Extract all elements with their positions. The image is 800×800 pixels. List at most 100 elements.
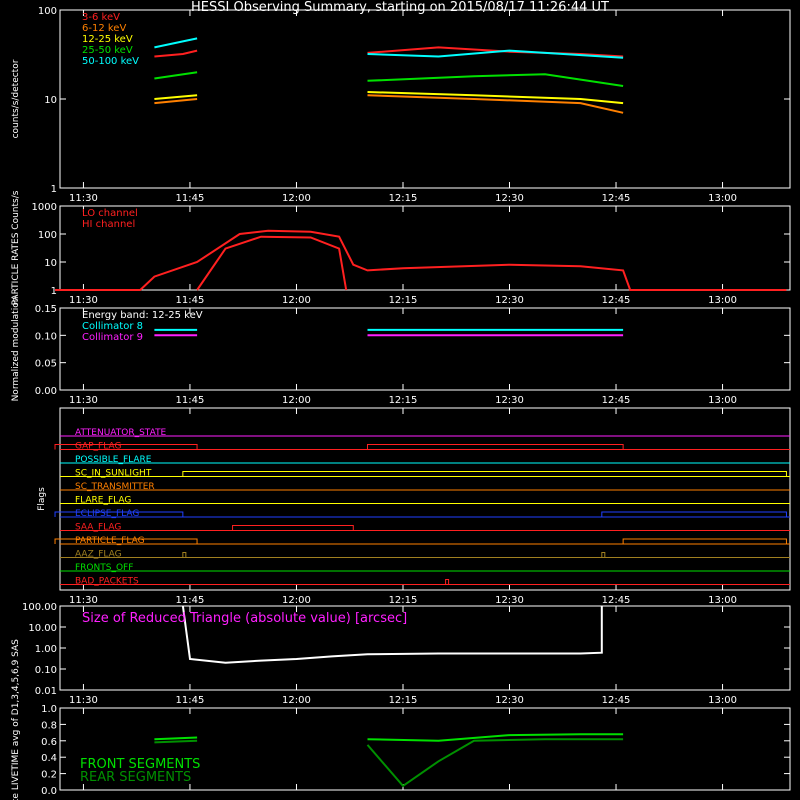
x-tick-label: 13:00 [708,695,737,706]
x-tick-label: 11:45 [176,395,205,406]
x-tick-label: 12:30 [495,295,524,306]
y-tick-label: 0.05 [35,359,57,370]
x-tick-label: 11:30 [69,695,98,706]
series-hi-channel [196,235,348,291]
legend-entry: 6-12 keV [82,23,126,34]
x-tick-label: 12:00 [282,595,311,606]
series-3-6-kev [154,49,198,58]
y-tick-label: 100 [38,6,57,17]
y-tick-label: 1000 [32,202,57,213]
x-tick-label: 12:45 [602,193,631,204]
series-lo-channel [55,229,787,291]
x-tick-label: 12:45 [602,295,631,306]
y-tick-label: 100.00 [22,602,57,613]
y-tick-label: 0.6 [41,737,57,748]
y-tick-label: 10 [44,258,57,269]
y-tick-label: 100 [38,230,57,241]
x-tick-label: 12:00 [282,695,311,706]
flag-label: BAD_PACKETS [75,577,139,587]
y-tick-label: 1 [51,184,57,195]
x-tick-label: 12:15 [389,295,418,306]
x-tick-label: 12:45 [602,395,631,406]
legend-entry: 25-50 keV [82,45,133,56]
y-tick-label: 0.00 [35,386,57,397]
observing-summary-figure: counts/s/detector11010011:30 11:45 12:00 12… [11,6,791,800]
y-axis-label: counts/s/detector [11,59,21,138]
legend-entry: Collimator 9 [82,332,143,343]
flag-on-interval [366,444,624,450]
flag-label: ATTENUATOR_STATE [75,428,167,438]
legend-entry: 12-25 keV [82,34,133,45]
panel-annotation: Size of Reduced Triangle (absolute value… [82,611,407,626]
series-rear-segments [154,739,198,744]
x-tick-label: 12:15 [389,595,418,606]
flag-on-interval [622,538,787,544]
flag-on-interval [182,552,187,558]
y-axis-label: Normalized modulation [11,297,21,402]
x-tick-label: 13:00 [708,595,737,606]
series-6-12-kev [367,94,624,114]
y-tick-label: 0.0 [41,786,57,797]
x-tick-label: 11:30 [69,395,98,406]
legend-entry: HI channel [82,219,135,230]
y-tick-label: 0.15 [35,304,57,315]
x-tick-label: 12:30 [495,395,524,406]
flag-label: POSSIBLE_FLARE [75,455,152,465]
x-tick-label: 13:00 [708,193,737,204]
x-tick-label: 12:15 [389,193,418,204]
y-tick-label: 1.00 [35,644,57,655]
y-axis-label: Mon. Rate LIVETIME avg of D1,3,4,5,6,9 [11,659,21,800]
x-tick-label: 13:00 [708,295,737,306]
y-axis-label: Flags [37,487,47,511]
panel-frame [59,407,791,591]
legend-entry: 3-6 keV [82,12,120,23]
y-axis-label: SAS [11,639,21,657]
x-tick-label: 11:30 [69,595,98,606]
flag-label: FLARE_FLAG [75,496,131,506]
flag-on-interval [182,471,787,477]
y-tick-label: 0.10 [35,331,57,342]
series-rear-segments [366,738,624,788]
series-50-100-kev [154,37,198,49]
flag-on-interval [601,511,787,517]
y-tick-label: 10 [44,95,57,106]
y-tick-label: 1 [51,286,57,297]
panel-frame [59,9,791,189]
series-front-segments [154,736,198,741]
x-tick-label: 11:30 [69,193,98,204]
flag-label: ECLIPSE_FLAG [75,509,139,519]
flag-on-interval [232,525,354,531]
flag-label: SC_IN_SUNLIGHT [75,469,152,479]
legend-entry: LO channel [82,208,138,219]
x-tick-label: 12:30 [495,193,524,204]
y-axis-label: PARTICLE RATES Counts/s [11,190,21,305]
y-tick-label: 0.8 [41,720,57,731]
x-tick-label: 12:00 [282,193,311,204]
series-25-50-kev [154,71,198,80]
x-tick-label: 12:00 [282,295,311,306]
flag-label: SAA_FLAG [75,523,121,533]
flag-label: SC_TRANSMITTER [75,482,155,492]
flag-label: PARTICLE_FLAG [75,536,145,546]
x-tick-label: 11:45 [176,295,205,306]
series-6-12-kev [154,98,198,105]
y-tick-label: 10.00 [28,623,57,634]
x-tick-label: 12:30 [495,595,524,606]
x-tick-label: 11:45 [176,695,205,706]
x-tick-label: 12:15 [389,695,418,706]
x-tick-label: 11:45 [176,595,205,606]
legend-entry: 50-100 keV [82,56,139,67]
x-tick-label: 12:45 [602,595,631,606]
flag-label: AAZ_FLAG [75,550,122,560]
legend-entry: Collimator 8 [82,321,143,332]
x-tick-label: 12:45 [602,695,631,706]
legend-entry: REAR SEGMENTS [80,770,191,785]
x-tick-label: 11:45 [176,193,205,204]
x-tick-label: 12:15 [389,395,418,406]
flag-on-interval [445,579,450,585]
x-tick-label: 12:30 [495,695,524,706]
y-tick-label: 1.0 [41,704,57,715]
flag-on-interval [601,552,606,558]
legend-entry: Energy band: 12-25 keV [82,310,203,321]
series-25-50-kev [367,73,624,87]
